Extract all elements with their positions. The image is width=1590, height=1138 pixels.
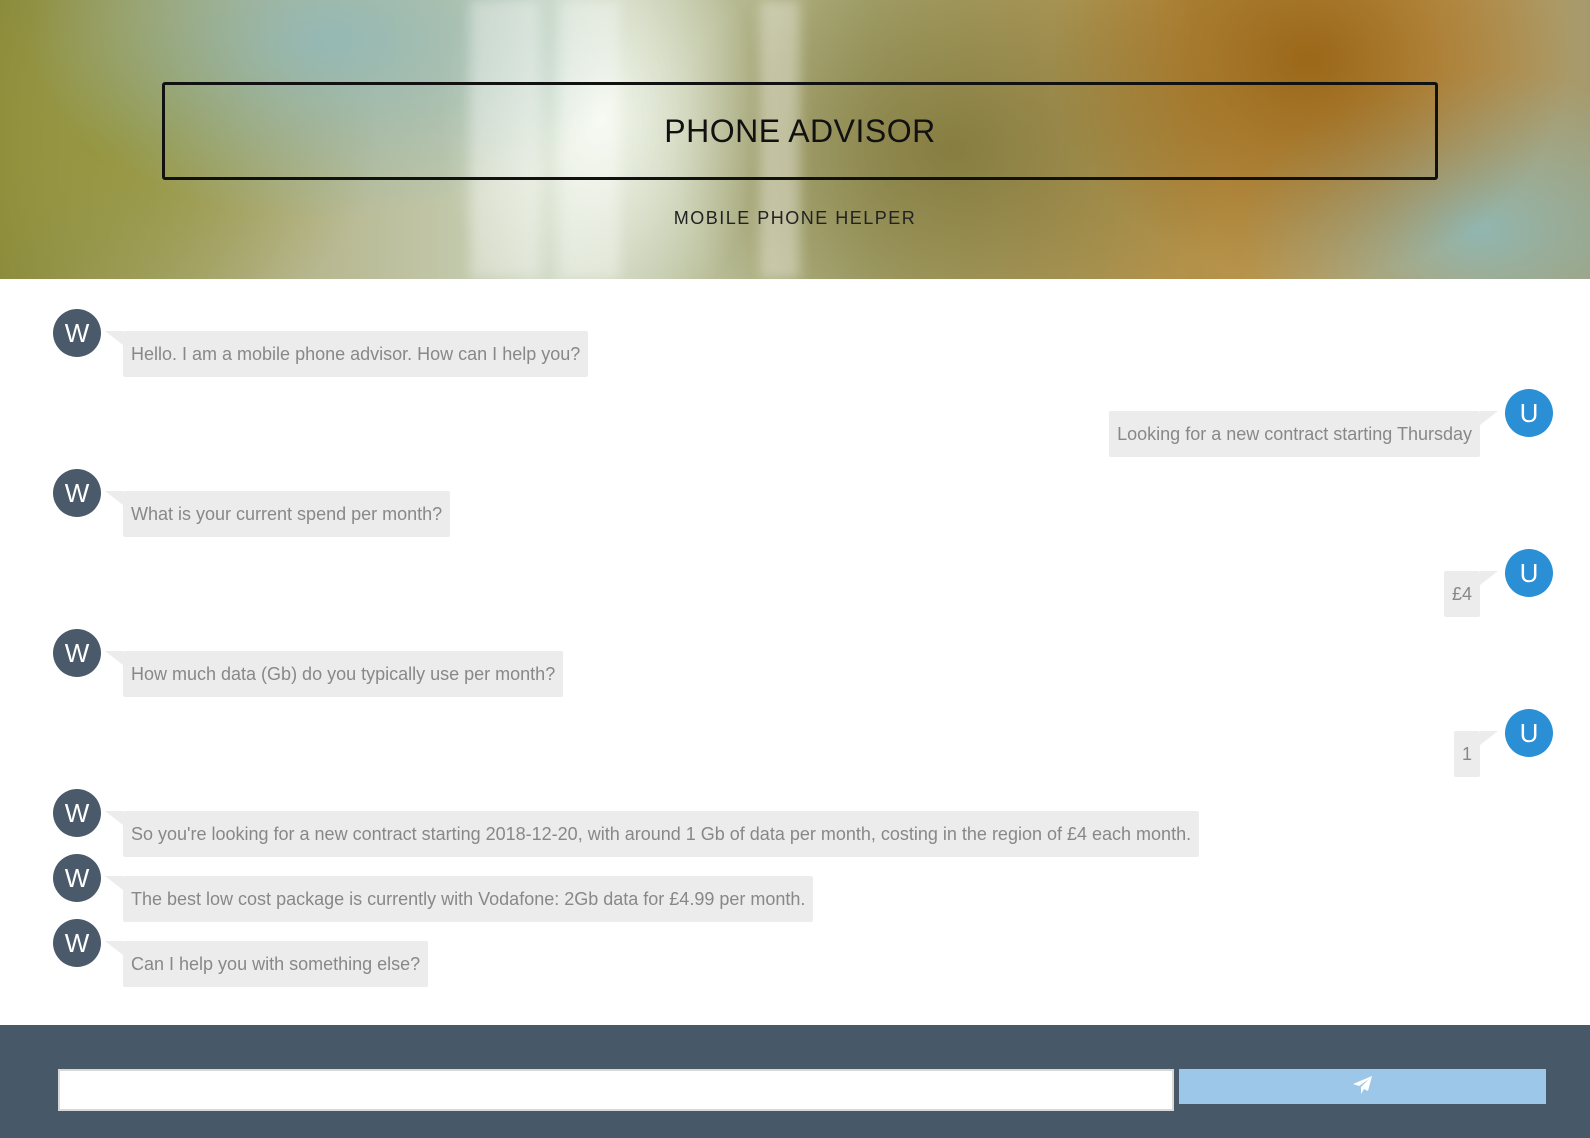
page-subtitle: MOBILE PHONE HELPER	[673, 208, 917, 228]
header-banner: PHONE ADVISOR MOBILE PHONE HELPER	[0, 0, 1590, 279]
user-avatar: U	[1505, 709, 1553, 757]
send-button[interactable]	[1179, 1069, 1546, 1104]
paper-plane-icon	[1352, 1076, 1373, 1097]
composer-bar	[0, 1025, 1590, 1138]
user-avatar: U	[1505, 389, 1553, 437]
page-title: PHONE ADVISOR	[664, 112, 936, 149]
advisor-avatar: W	[53, 919, 101, 967]
advisor-avatar: W	[53, 309, 101, 357]
message-input[interactable]	[58, 1069, 1174, 1111]
advisor-avatar: W	[53, 629, 101, 677]
title-box: PHONE ADVISOR	[162, 82, 1438, 180]
advisor-avatar: W	[53, 469, 101, 517]
chat-log: W Hello. I am a mobile phone advisor. Ho…	[0, 279, 1590, 1025]
user-avatar: U	[1505, 549, 1553, 597]
message-bubble: Can I help you with something else?	[104, 941, 429, 987]
advisor-message: W Can I help you with something else?	[0, 889, 1590, 999]
